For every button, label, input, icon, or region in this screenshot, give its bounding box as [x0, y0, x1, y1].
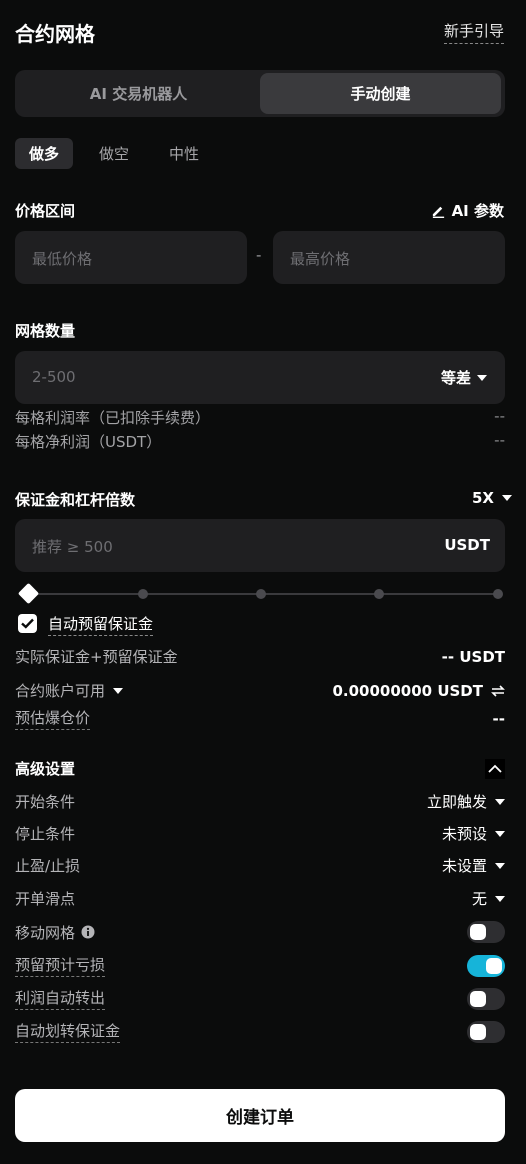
min-price-placeholder: 最低价格	[32, 250, 93, 268]
reserve-loss-label[interactable]: 预留预计亏损	[15, 954, 106, 977]
leverage-value: 5X	[471, 489, 494, 507]
auto-transfer-label[interactable]: 利润自动转出	[15, 987, 106, 1010]
start-condition-dropdown[interactable]: 立即触发	[427, 791, 505, 812]
grid-type-dropdown[interactable]: 等差	[441, 367, 487, 388]
caret-down-icon	[495, 830, 505, 837]
available-value: 0.00000000 USDT	[332, 681, 483, 700]
profit-rate-row: 每格利润率（已扣除手续费） --	[15, 407, 505, 428]
available-dropdown[interactable]: 合约账户可用	[15, 680, 124, 701]
reserve-loss-toggle[interactable]	[467, 954, 505, 977]
checkmark-icon	[21, 618, 34, 629]
ai-param-label: AI 参数	[451, 202, 504, 220]
available-row: 合约账户可用 0.00000000 USDT	[15, 680, 505, 701]
actual-margin-row: 实际保证金+预留保证金 -- USDT	[15, 646, 505, 667]
direction-neutral-tab[interactable]: 中性	[160, 138, 208, 169]
toggle-knob	[470, 924, 486, 940]
liq-price-row: 预估爆仓价 --	[15, 707, 505, 730]
start-condition-label: 开始条件	[15, 793, 76, 811]
margin-input[interactable]: 推荐 ≥ 500 USDT	[15, 519, 505, 572]
edit-icon	[432, 206, 444, 218]
toggle-knob	[486, 957, 502, 974]
net-profit-label: 每格净利润（USDT）	[15, 433, 162, 451]
mode-tabs: AI 交易机器人 手动创建	[15, 70, 505, 117]
stop-condition-dropdown[interactable]: 未预设	[442, 823, 505, 844]
slippage-row[interactable]: 开单滑点 无	[15, 888, 505, 909]
max-price-input[interactable]: 最高价格	[273, 231, 505, 284]
tpsl-value: 未设置	[441, 857, 487, 875]
price-range-label: 价格区间	[15, 202, 76, 220]
caret-down-icon	[477, 374, 487, 381]
create-order-button[interactable]: 创建订单	[15, 1089, 505, 1142]
tab-manual-create[interactable]: 手动创建	[260, 73, 501, 114]
actual-margin-label: 实际保证金+预留保证金	[15, 648, 178, 666]
chevron-up-icon[interactable]	[485, 758, 505, 779]
stop-condition-label: 停止条件	[15, 825, 76, 843]
grid-count-label: 网格数量	[15, 322, 76, 340]
auto-margin-label[interactable]: 自动划转保证金	[15, 1020, 121, 1043]
trailing-grid-toggle[interactable]	[467, 921, 505, 943]
start-condition-row[interactable]: 开始条件 立即触发	[15, 791, 505, 812]
available-label: 合约账户可用	[15, 682, 106, 700]
auto-margin-row: 自动划转保证金	[15, 1020, 505, 1043]
auto-reserve-label[interactable]: 自动预留保证金	[48, 613, 154, 636]
trailing-grid-label: 移动网格	[15, 923, 76, 942]
stop-condition-row[interactable]: 停止条件 未预设	[15, 823, 505, 844]
stop-condition-value: 未预设	[441, 825, 487, 843]
slider-tick[interactable]	[493, 589, 503, 599]
tpsl-label: 止盈/止损	[15, 857, 81, 875]
beginner-guide-link[interactable]: 新手引导	[443, 20, 504, 44]
margin-leverage-label: 保证金和杠杆倍数	[15, 491, 136, 509]
tab-ai-bot[interactable]: AI 交易机器人	[18, 73, 259, 114]
info-icon[interactable]	[81, 925, 95, 939]
caret-down-icon	[502, 495, 512, 501]
caret-down-icon	[113, 687, 124, 694]
start-condition-value: 立即触发	[426, 793, 487, 811]
slippage-dropdown[interactable]: 无	[472, 888, 505, 909]
auto-transfer-toggle[interactable]	[467, 987, 505, 1010]
available-value-group: 0.00000000 USDT	[332, 682, 505, 700]
tpsl-row[interactable]: 止盈/止损 未设置	[15, 855, 505, 876]
actual-margin-value: -- USDT	[441, 647, 505, 666]
ai-param-button[interactable]: AI 参数	[431, 200, 504, 221]
net-profit-row: 每格净利润（USDT） --	[15, 431, 505, 452]
leverage-dropdown[interactable]: 5X	[472, 489, 512, 507]
grid-count-input[interactable]: 2-500 等差	[15, 351, 505, 404]
liq-price-label[interactable]: 预估爆仓价	[15, 707, 91, 730]
page-title: 合约网格	[15, 22, 95, 46]
slippage-value: 无	[471, 890, 487, 908]
slider-tick[interactable]	[374, 589, 384, 599]
max-price-placeholder: 最高价格	[290, 250, 351, 268]
direction-short-tab[interactable]: 做空	[90, 138, 138, 169]
slider-tick[interactable]	[138, 589, 148, 599]
toggle-knob	[470, 1023, 486, 1040]
trailing-grid-label-group: 移动网格	[15, 922, 95, 943]
auto-margin-toggle[interactable]	[467, 1020, 505, 1043]
profit-rate-label: 每格利润率（已扣除手续费）	[15, 409, 211, 427]
margin-unit: USDT	[444, 536, 490, 554]
advanced-settings-header[interactable]: 高级设置	[15, 758, 505, 779]
net-profit-value: --	[494, 431, 505, 449]
auto-transfer-row: 利润自动转出	[15, 987, 505, 1010]
profit-rate-value: --	[494, 407, 505, 425]
tpsl-dropdown[interactable]: 未设置	[442, 855, 505, 876]
grid-count-placeholder: 2-500	[32, 368, 76, 386]
margin-placeholder: 推荐 ≥ 500	[32, 538, 113, 556]
transfer-icon[interactable]	[491, 684, 505, 697]
auto-reserve-checkbox[interactable]	[18, 614, 37, 633]
direction-long-tab[interactable]: 做多	[15, 138, 73, 169]
slider-handle[interactable]	[17, 582, 40, 605]
toggle-knob	[470, 990, 486, 1007]
slippage-label: 开单滑点	[15, 890, 76, 908]
liq-price-value: --	[492, 709, 505, 728]
min-price-input[interactable]: 最低价格	[15, 231, 247, 284]
reserve-loss-row: 预留预计亏损	[15, 954, 505, 977]
grid-type-value: 等差	[440, 369, 471, 387]
caret-down-icon	[495, 798, 505, 805]
range-separator: -	[256, 246, 262, 264]
caret-down-icon	[495, 895, 505, 902]
trailing-grid-row: 移动网格	[15, 921, 505, 943]
slider-tick[interactable]	[256, 589, 266, 599]
advanced-settings-label: 高级设置	[15, 760, 76, 778]
caret-down-icon	[495, 862, 505, 869]
